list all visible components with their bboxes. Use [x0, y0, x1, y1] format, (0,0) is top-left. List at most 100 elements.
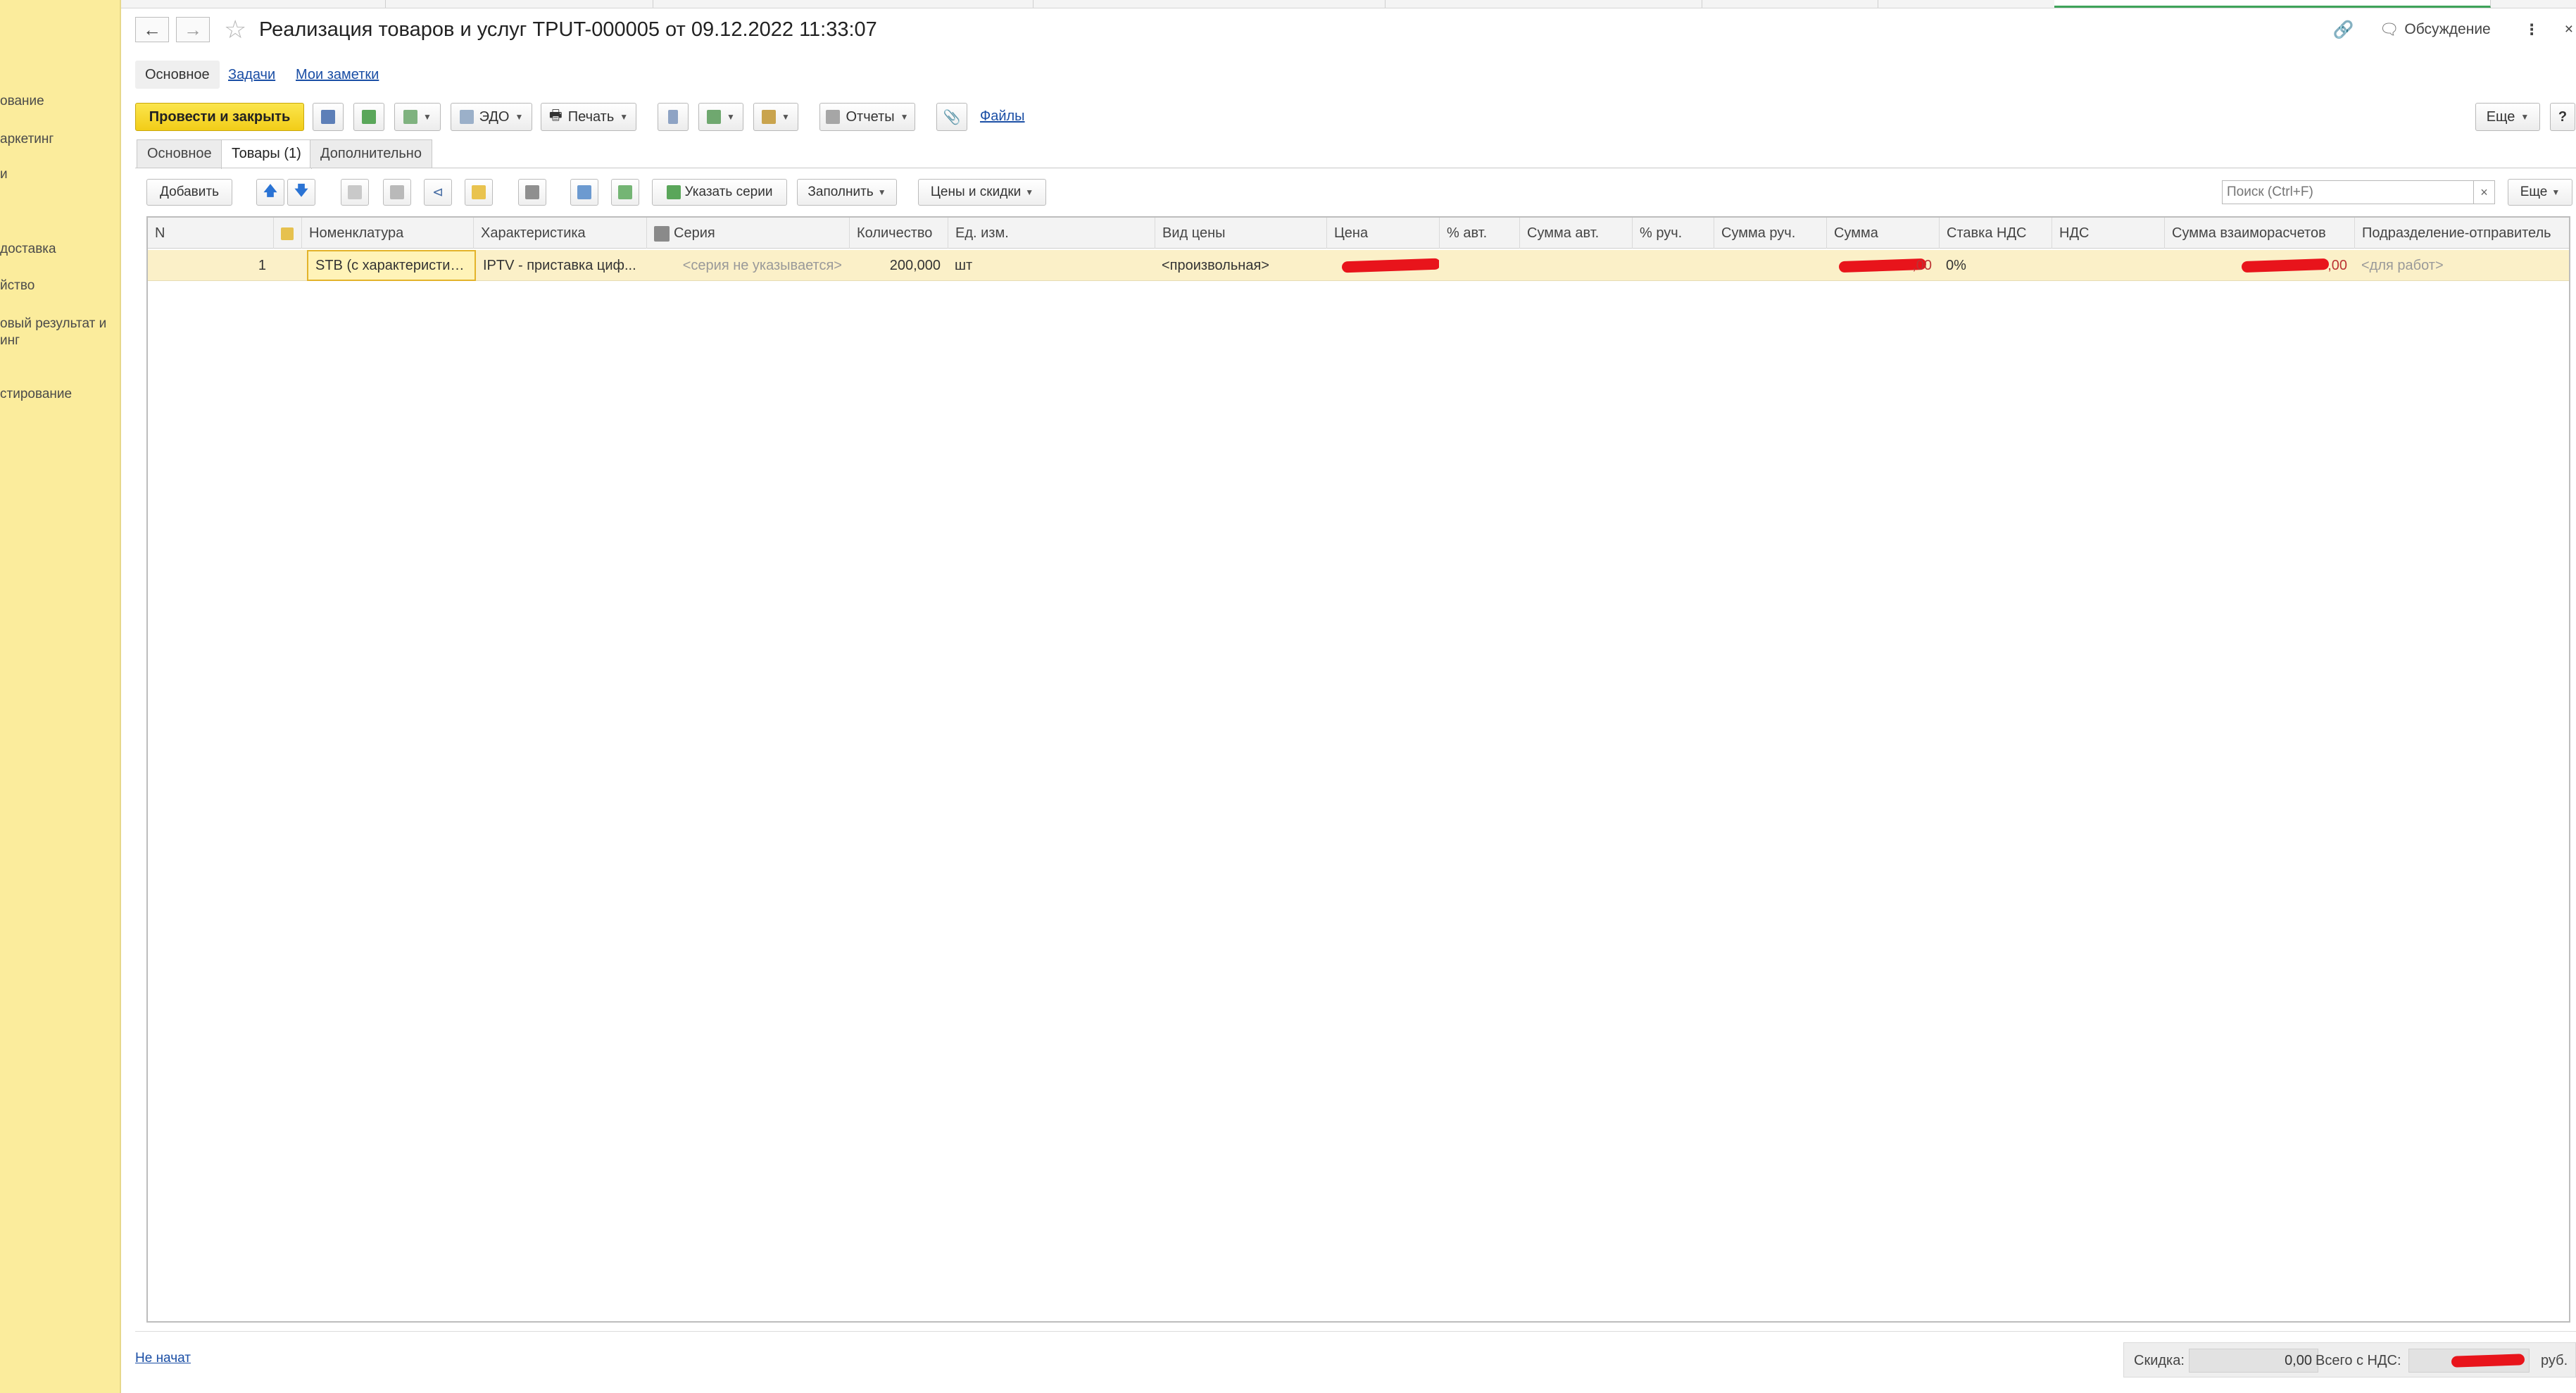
column-header-vat-rate[interactable]: Ставка НДС — [1939, 218, 2052, 249]
search-product-button[interactable] — [518, 179, 546, 206]
cell-quantity[interactable]: 200,000 — [849, 250, 948, 281]
column-header-price-type[interactable]: Вид цены — [1155, 218, 1326, 249]
window-tab[interactable] — [386, 0, 653, 8]
cell-auto-sum[interactable] — [1519, 250, 1632, 281]
structure-button[interactable] — [658, 103, 689, 131]
search-input[interactable] — [2222, 180, 2474, 204]
window-tab[interactable] — [1702, 0, 1878, 8]
print-button[interactable]: 🖶 Печать ▼ — [541, 103, 636, 131]
cell-auto-percent[interactable] — [1439, 250, 1519, 281]
sidebar-item-delivery[interactable]: доставка — [0, 241, 56, 258]
add-button[interactable]: Добавить — [146, 179, 232, 206]
help-button[interactable]: ? — [2550, 103, 2575, 131]
window-tab-active[interactable] — [2054, 0, 2491, 8]
prices-discounts-button[interactable]: Цены и скидки ▼ — [918, 179, 1046, 206]
sidebar-item-marketing[interactable]: аркетинг — [0, 131, 54, 148]
share-button[interactable]: ⊲ — [424, 179, 452, 206]
table-more-button[interactable]: Еще ▼ — [2508, 179, 2572, 206]
column-header-manual-percent[interactable]: % руч. — [1632, 218, 1714, 249]
related-docs-button[interactable]: ▼ — [753, 103, 798, 131]
redaction-mark — [2241, 258, 2330, 273]
move-down-button[interactable]: 🡇 — [287, 179, 315, 206]
column-header-vat[interactable]: НДС — [2052, 218, 2164, 249]
cell-price-type[interactable]: <произвольная> — [1155, 250, 1326, 281]
column-header-settlement-sum[interactable]: Сумма взаиморасчетов — [2164, 218, 2354, 249]
reports-button[interactable]: Отчеты ▼ — [819, 103, 915, 131]
move-up-button[interactable]: 🡅 — [256, 179, 284, 206]
users-button[interactable]: ▼ — [698, 103, 743, 131]
paste-button[interactable] — [383, 179, 411, 206]
discussion-button[interactable]: Обсуждение — [2404, 21, 2490, 38]
more-vertical-icon[interactable]: ⋮ — [2525, 21, 2539, 39]
cell-n[interactable]: 1 — [148, 250, 273, 281]
window-tab[interactable] — [1386, 0, 1702, 8]
cell-price[interactable] — [1326, 250, 1439, 281]
link-icon[interactable]: 🔗 — [2333, 20, 2354, 40]
create-based-on-button[interactable]: ▼ — [394, 103, 441, 131]
column-header-sum[interactable]: Сумма — [1826, 218, 1939, 249]
files-link[interactable]: Файлы — [980, 108, 1025, 125]
back-button[interactable]: ← — [135, 17, 169, 42]
cell-characteristic[interactable]: IPTV - приставка циф... — [476, 250, 646, 281]
discussion-icon[interactable]: 🗨 — [2379, 20, 2399, 39]
cell-settlement-sum[interactable]: ,00 — [2164, 250, 2354, 281]
column-header-manual-sum[interactable]: Сумма руч. — [1714, 218, 1826, 249]
copy-row-button[interactable] — [341, 179, 369, 206]
more-button[interactable]: Еще ▼ — [2475, 103, 2540, 131]
chevron-down-icon: ▼ — [781, 112, 790, 122]
cell-manual-percent[interactable] — [1632, 250, 1714, 281]
cell-sum[interactable]: ,00 — [1826, 250, 1939, 281]
clear-search-icon[interactable]: × — [2474, 180, 2495, 204]
post-button[interactable] — [353, 103, 384, 131]
column-header-flag[interactable] — [273, 218, 301, 249]
column-header-unit[interactable]: Ед. изм. — [948, 218, 1155, 249]
specify-series-button[interactable]: Указать серии — [652, 179, 787, 206]
column-header-characteristic[interactable]: Характеристика — [473, 218, 646, 249]
pick-button[interactable] — [465, 179, 493, 206]
close-icon[interactable]: × — [2565, 21, 2573, 38]
post-and-close-button[interactable]: Провести и закрыть — [135, 103, 304, 131]
sidebar-item-financial-result[interactable]: овый результат и — [0, 316, 106, 332]
cell-nomenclature[interactable]: STB (с характеристик... — [307, 250, 476, 281]
window-tab[interactable] — [175, 0, 386, 8]
status-link[interactable]: Не начат — [135, 1351, 191, 1366]
forward-button[interactable]: → — [176, 17, 210, 42]
table-more-label: Еще — [2520, 185, 2548, 199]
section-main[interactable]: Основное — [135, 61, 220, 89]
cell-vat[interactable] — [2052, 250, 2164, 281]
sidebar-item-administration[interactable]: стирование — [0, 386, 72, 403]
window-tab[interactable] — [653, 0, 1033, 8]
section-tasks[interactable]: Задачи — [228, 61, 275, 89]
fill-button[interactable]: Заполнить ▼ — [797, 179, 897, 206]
favorite-star-icon[interactable]: ☆ — [224, 17, 246, 42]
column-header-quantity[interactable]: Количество — [849, 218, 948, 249]
column-header-n[interactable]: N — [148, 218, 273, 249]
arrow-up-icon: 🡅 — [263, 184, 277, 199]
refresh-button[interactable] — [611, 179, 639, 206]
cell-series[interactable]: <серия не указывается> — [646, 250, 849, 281]
cell-vat-rate[interactable]: 0% — [1939, 250, 2052, 281]
section-notes[interactable]: Мои заметки — [296, 61, 379, 89]
column-header-auto-sum[interactable]: Сумма авт. — [1519, 218, 1632, 249]
sidebar-item-production[interactable]: йство — [0, 277, 34, 294]
cell-manual-sum[interactable] — [1714, 250, 1826, 281]
attach-button[interactable]: 📎 — [936, 103, 967, 131]
report-icon — [826, 110, 841, 124]
sidebar-item-planning[interactable]: ование — [0, 93, 44, 110]
tab-main[interactable]: Основное — [137, 139, 222, 168]
cell-unit[interactable]: шт — [948, 250, 1155, 281]
window-tab[interactable] — [1033, 0, 1386, 8]
column-header-auto-percent[interactable]: % авт. — [1439, 218, 1519, 249]
column-header-series[interactable]: Серия — [646, 218, 849, 249]
column-header-nomenclature[interactable]: Номенклатура — [301, 218, 473, 249]
check-button[interactable] — [570, 179, 598, 206]
table-row[interactable]: 1 STB (с характеристик... IPTV - пристав… — [148, 250, 2569, 281]
tab-additional[interactable]: Дополнительно — [310, 139, 432, 168]
save-button[interactable] — [313, 103, 344, 131]
column-header-department[interactable]: Подразделение-отправитель — [2354, 218, 2569, 249]
tab-goods[interactable]: Товары (1) — [221, 139, 312, 169]
cell-department[interactable]: <для работ> — [2354, 250, 2569, 281]
column-header-price[interactable]: Цена — [1326, 218, 1439, 249]
sidebar-item-other[interactable]: и — [0, 166, 8, 183]
edo-button[interactable]: ЭДО ▼ — [451, 103, 532, 131]
